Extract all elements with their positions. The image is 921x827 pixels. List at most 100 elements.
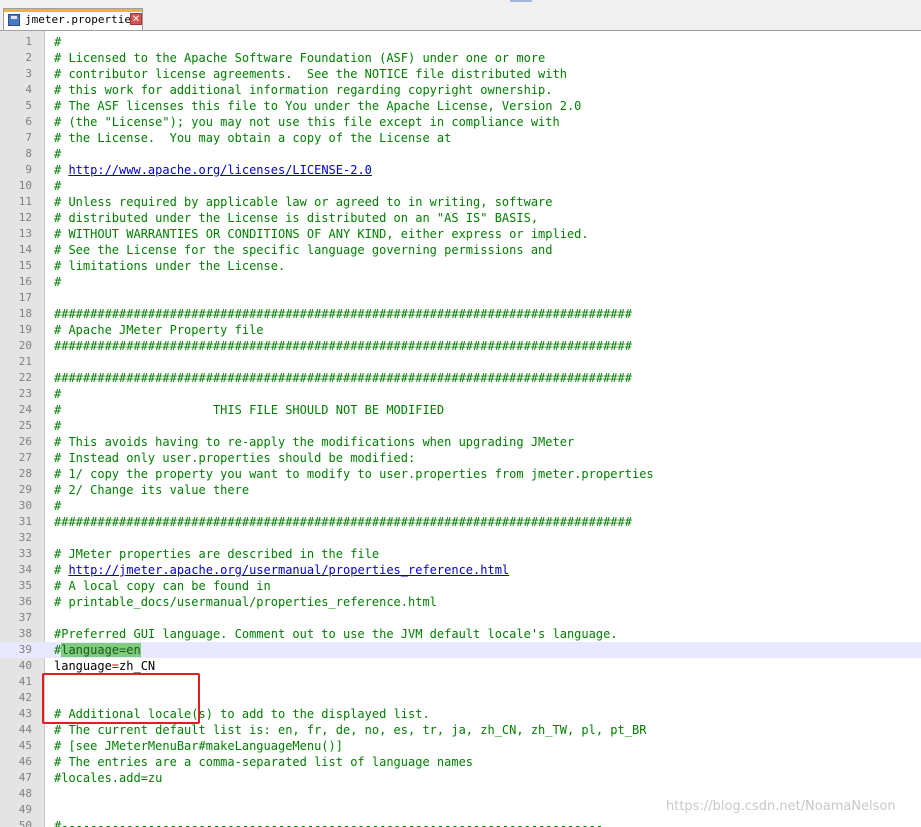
code-line[interactable]: 16 # — [0, 274, 921, 290]
line-text: # JMeter properties are described in the… — [54, 546, 379, 562]
line-text: # Instead only user.properties should be… — [54, 450, 415, 466]
code-line[interactable]: 45 # [see JMeterMenuBar#makeLanguageMenu(… — [0, 738, 921, 754]
code-line[interactable]: 37 — [0, 610, 921, 626]
line-number: 13 — [18, 227, 32, 240]
code-line[interactable]: 22 ######################################… — [0, 370, 921, 386]
code-line[interactable]: 27 # Instead only user.properties should … — [0, 450, 921, 466]
line-number: 37 — [18, 611, 32, 624]
line-text: # This avoids having to re-apply the mod… — [54, 434, 574, 450]
line-text: # — [54, 178, 61, 194]
code-line[interactable]: 36 # printable_docs/usermanual/properties… — [0, 594, 921, 610]
code-editor[interactable]: 1 #2 # Licensed to the Apache Software Fou… — [0, 31, 921, 827]
line-number: 6 — [25, 115, 32, 128]
code-line[interactable]: 11 # Unless required by applicable law or… — [0, 194, 921, 210]
line-number: 3 — [25, 67, 32, 80]
line-number: 24 — [18, 403, 32, 416]
code-line[interactable]: 2 # Licensed to the Apache Software Found… — [0, 50, 921, 66]
tab-jmeter-properties[interactable]: jmeter.properties ✕ — [3, 8, 143, 30]
url-link[interactable]: http://jmeter.apache.org/usermanual/prop… — [68, 563, 509, 577]
line-number: 47 — [18, 771, 32, 784]
line-number: 39 — [18, 643, 32, 656]
code-line[interactable]: 6 # (the "License"); you may not use this… — [0, 114, 921, 130]
active-tab-indicator — [4, 9, 142, 12]
code-line[interactable]: 8 # — [0, 146, 921, 162]
code-line[interactable]: 46 # The entries are a comma-separated li… — [0, 754, 921, 770]
code-token: #Preferred GUI language. Comment out to … — [54, 627, 618, 641]
line-number: 46 — [18, 755, 32, 768]
code-token: # printable_docs/usermanual/properties_r… — [54, 595, 437, 609]
line-text: # limitations under the License. — [54, 258, 285, 274]
code-line[interactable]: 4 # this work for additional information … — [0, 82, 921, 98]
line-text: # — [54, 34, 61, 50]
line-number: 1 — [25, 35, 32, 48]
line-text: # contributor license agreements. See th… — [54, 66, 567, 82]
line-number: 17 — [18, 291, 32, 304]
code-line[interactable]: 14 # See the License for the specific lan… — [0, 242, 921, 258]
code-line[interactable]: 5 # The ASF licenses this file to You und… — [0, 98, 921, 114]
code-line[interactable]: 7 # the License. You may obtain a copy of… — [0, 130, 921, 146]
tab-bar: jmeter.properties ✕ — [0, 0, 921, 31]
code-token: language — [54, 659, 112, 673]
properties-file-icon — [8, 14, 20, 26]
code-line[interactable]: 13 # WITHOUT WARRANTIES OR CONDITIONS OF … — [0, 226, 921, 242]
code-line[interactable]: 17 — [0, 290, 921, 306]
code-line[interactable]: 33 # JMeter properties are described in t… — [0, 546, 921, 562]
code-line[interactable]: 1 # — [0, 34, 921, 50]
code-line[interactable]: 3 # contributor license agreements. See t… — [0, 66, 921, 82]
code-line[interactable]: 30 # — [0, 498, 921, 514]
code-line[interactable]: 10 # — [0, 178, 921, 194]
code-line[interactable]: 40 language=zh_CN — [0, 658, 921, 674]
code-line[interactable]: 9 # http://www.apache.org/licenses/LICENS… — [0, 162, 921, 178]
code-line[interactable]: 28 # 1/ copy the property you want to mod… — [0, 466, 921, 482]
line-number: 18 — [18, 307, 32, 320]
line-text: # — [54, 498, 61, 514]
code-line[interactable]: 32 — [0, 530, 921, 546]
code-line[interactable]: 50 #-------------------------------------… — [0, 818, 921, 827]
line-text: # the License. You may obtain a copy of … — [54, 130, 451, 146]
tab-label: jmeter.properties — [25, 13, 138, 26]
code-token: # 1/ copy the property you want to modif… — [54, 467, 654, 481]
line-number: 49 — [18, 803, 32, 816]
code-line[interactable]: 12 # distributed under the License is dis… — [0, 210, 921, 226]
line-text: # The current default list is: en, fr, d… — [54, 722, 646, 738]
url-link[interactable]: http://www.apache.org/licenses/LICENSE-2… — [68, 163, 371, 177]
code-line[interactable]: 34 # http://jmeter.apache.org/usermanual/… — [0, 562, 921, 578]
code-token: = — [111, 659, 120, 673]
line-text: language=zh_CN — [54, 658, 155, 674]
line-number: 11 — [18, 195, 32, 208]
code-token: # JMeter properties are described in the… — [54, 547, 380, 561]
code-line[interactable]: 38 #Preferred GUI language. Comment out t… — [0, 626, 921, 642]
code-token: zh_CN — [119, 659, 156, 673]
line-text: # (the "License"); you may not use this … — [54, 114, 560, 130]
code-line[interactable]: 23 # — [0, 386, 921, 402]
close-icon[interactable]: ✕ — [130, 13, 142, 25]
code-token: ########################################… — [54, 339, 632, 353]
line-number: 32 — [18, 531, 32, 544]
code-line[interactable]: 29 # 2/ Change its value there — [0, 482, 921, 498]
code-line[interactable]: 24 # THIS FILE SHOULD NOT BE MODIFIED — [0, 402, 921, 418]
code-token: # [see JMeterMenuBar#makeLanguageMenu()] — [54, 739, 343, 753]
code-line[interactable]: 39 #language=en — [0, 642, 921, 658]
line-text: # Apache JMeter Property file — [54, 322, 264, 338]
code-line[interactable]: 44 # The current default list is: en, fr,… — [0, 722, 921, 738]
code-token: # Licensed to the Apache Software Founda… — [54, 51, 546, 65]
code-line[interactable]: 19 # Apache JMeter Property file — [0, 322, 921, 338]
line-number: 34 — [18, 563, 32, 576]
code-line[interactable]: 25 # — [0, 418, 921, 434]
code-line[interactable]: 18 ######################################… — [0, 306, 921, 322]
code-line[interactable]: 20 ######################################… — [0, 338, 921, 354]
code-line[interactable]: 35 # A local copy can be found in — [0, 578, 921, 594]
highlight-annotation-box — [42, 673, 200, 724]
code-line[interactable]: 21 — [0, 354, 921, 370]
code-token: # — [54, 147, 62, 161]
code-line[interactable]: 31 ######################################… — [0, 514, 921, 530]
line-number: 8 — [25, 147, 32, 160]
code-token: # The ASF licenses this file to You unde… — [54, 99, 582, 113]
code-line[interactable]: 15 # limitations under the License. — [0, 258, 921, 274]
line-number: 2 — [25, 51, 32, 64]
code-line[interactable]: 47 #locales.add=zu — [0, 770, 921, 786]
code-line[interactable]: 26 # This avoids having to re-apply the m… — [0, 434, 921, 450]
line-number: 33 — [18, 547, 32, 560]
code-token: # (the "License"); you may not use this … — [54, 115, 560, 129]
code-token: language=en — [61, 643, 141, 657]
